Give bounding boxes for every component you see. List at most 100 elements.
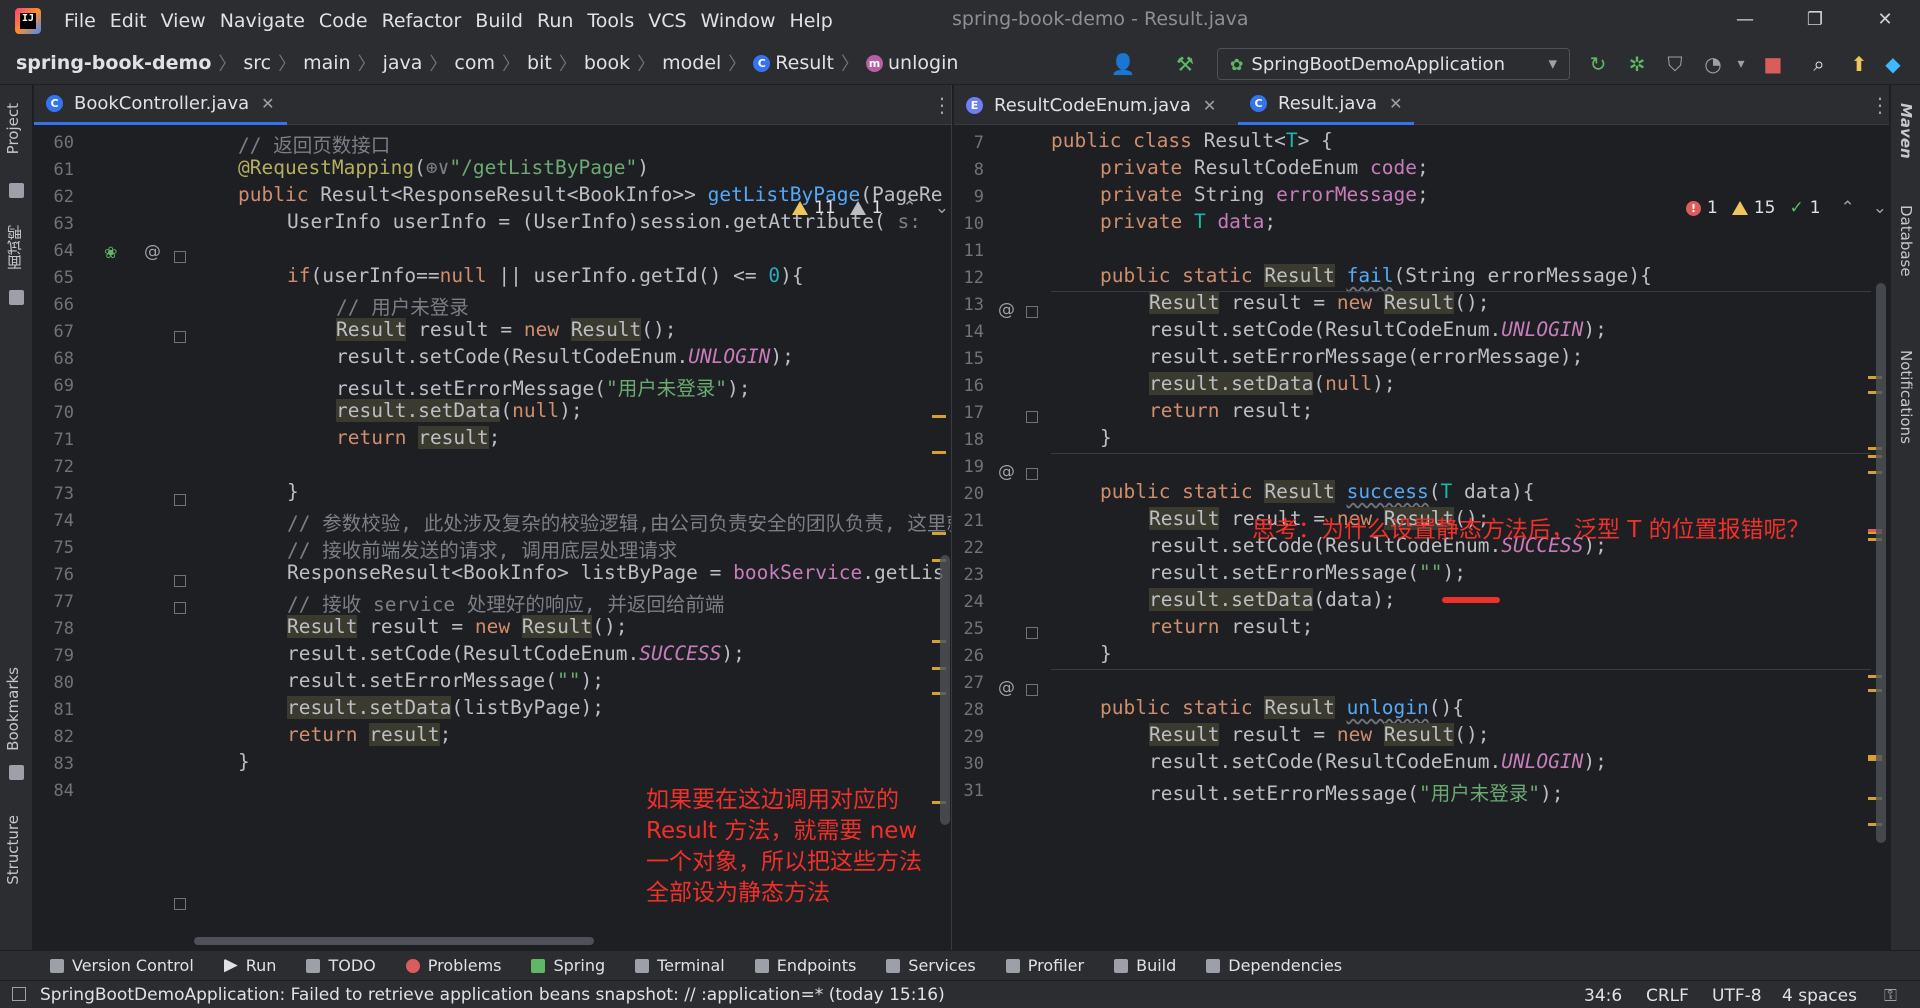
code-line[interactable]: public static Result success(T data){ [1100,480,1534,503]
close-window-icon[interactable]: ✕ [1865,6,1905,34]
jetbrains-ai-icon[interactable]: ◆ [1880,51,1906,77]
code-line[interactable]: result.setErrorMessage(errorMessage); [1149,345,1583,368]
search-icon[interactable]: ⌕ [1806,51,1832,77]
lock-icon[interactable]: ⚿ [1884,986,1897,1006]
tool-services[interactable]: Services [886,956,976,975]
menu-vcs[interactable]: VCS [641,10,693,32]
code-line[interactable]: Result result = new Result(); [336,318,677,341]
code-line[interactable]: Result result = new Result(); [1149,291,1490,314]
code-line[interactable]: private ResultCodeEnum code; [1100,156,1429,179]
layout-toggle-icon[interactable] [12,987,26,1001]
code-line[interactable]: return result; [287,723,451,746]
run-configuration-select[interactable]: ✿ SpringBootDemoApplication ▾ [1217,48,1570,80]
fold-marker-icon[interactable] [1026,684,1038,696]
inspection-widget[interactable]: 11 1 ⌃ ⌄ [792,198,949,218]
warning-stripe-marker[interactable] [932,532,946,535]
code-line[interactable]: } [287,480,299,503]
code-line[interactable]: } [238,750,250,773]
menu-file[interactable]: File [57,10,103,32]
code-line[interactable]: return result; [1149,615,1313,638]
tool-problems[interactable]: Problems [405,956,501,975]
tool-dependencies[interactable]: Dependencies [1206,956,1342,975]
bookmark-icon[interactable] [9,765,24,780]
breadcrumb-main[interactable]: main [303,52,350,74]
next-highlight-icon[interactable]: ⌄ [935,198,949,218]
code-line[interactable]: } [1100,642,1112,665]
indent-setting[interactable]: 4 spaces [1782,986,1857,1006]
menu-run[interactable]: Run [530,10,580,32]
fold-marker-icon[interactable] [1026,627,1038,639]
code-line[interactable]: return result; [1149,399,1313,422]
close-tab-icon[interactable]: ✕ [261,94,274,113]
more-options-icon[interactable]: ⋮ [1870,93,1889,117]
more-options-icon[interactable]: ⋮ [932,93,951,117]
warning-stripe-marker[interactable] [932,451,946,454]
menu-refactor[interactable]: Refactor [375,10,469,32]
minimize-icon[interactable]: — [1725,6,1765,34]
breadcrumb-com[interactable]: com [454,52,495,74]
file-encoding[interactable]: UTF-8 [1712,986,1762,1006]
code-line[interactable]: Result result = new Result(); [287,615,628,638]
code-line[interactable]: public static Result fail(String errorMe… [1100,264,1652,287]
fold-marker-icon[interactable] [174,494,186,506]
plugin-icon[interactable] [9,290,24,305]
code-line[interactable]: Result result = new Result(); [1149,723,1490,746]
restore-icon[interactable]: ❐ [1795,6,1835,34]
code-line[interactable]: result.setData(null); [336,399,583,422]
tool-endpoints[interactable]: Endpoints [754,956,856,975]
menu-build[interactable]: Build [468,10,530,32]
code-line[interactable]: return result; [336,426,500,449]
tool-terminal[interactable]: Terminal [635,956,725,975]
previous-highlight-icon[interactable]: ⌃ [902,198,916,218]
more-run-chevron-icon[interactable]: ▾ [1728,51,1754,77]
stop-icon[interactable]: ■ [1760,51,1786,77]
menu-tools[interactable]: Tools [580,10,641,32]
tool-todo[interactable]: TODO [306,956,376,975]
breadcrumb-unlogin[interactable]: unlogin [888,52,958,74]
menu-help[interactable]: Help [782,10,839,32]
mapping-marker-icon[interactable]: @ [144,242,161,262]
database-tool-button[interactable]: Database [1897,205,1915,277]
code-line[interactable]: public static Result unlogin(){ [1100,696,1464,719]
code-line[interactable]: result.setErrorMessage("用户未登录"); [1149,777,1564,806]
horizontal-scrollbar[interactable] [194,937,594,945]
code-line[interactable]: result.setErrorMessage(""); [1149,561,1466,584]
code-line[interactable]: // 返回页数接口 [238,129,390,158]
mianshiya-tool-button[interactable]: 面试鸭 [4,225,25,270]
code-line[interactable]: // 接收 service 处理好的响应, 并返回给前端 [287,588,724,617]
tool-profiler[interactable]: Profiler [1005,956,1084,975]
code-line[interactable]: result.setData(data); [1149,588,1396,611]
code-line[interactable]: result.setCode(ResultCodeEnum.UNLOGIN); [336,345,794,368]
fold-marker-icon[interactable] [174,575,186,587]
tool-build[interactable]: Build [1114,956,1176,975]
rerun-icon[interactable]: ↻ [1585,51,1611,77]
fold-marker-icon[interactable] [1026,411,1038,423]
code-line[interactable]: // 接收前端发送的请求, 调用底层处理请求 [287,534,677,563]
next-highlight-icon[interactable]: ⌄ [1873,198,1887,218]
code-line[interactable]: public class Result<T> { [1051,129,1333,152]
override-marker-icon[interactable]: @ [998,300,1015,320]
breadcrumb-project[interactable]: spring-book-demo [16,52,211,74]
override-marker-icon[interactable]: @ [998,678,1015,698]
intellij-logo-icon[interactable]: IJ [15,7,41,34]
previous-highlight-icon[interactable]: ⌃ [1841,198,1855,218]
menu-edit[interactable]: Edit [103,10,154,32]
menu-code[interactable]: Code [312,10,375,32]
caret-position[interactable]: 34:6 [1584,986,1622,1006]
warning-stripe-marker[interactable] [932,415,946,418]
breadcrumb-result[interactable]: Result [775,52,834,74]
tool-run[interactable]: Run [223,956,276,975]
tab-bookcontroller[interactable]: C BookController.java ✕ [34,85,287,125]
breadcrumb-book[interactable]: book [584,52,630,74]
structure-tool-button[interactable]: Structure [4,815,22,885]
coverage-icon[interactable]: ⛉ [1662,51,1688,77]
debug-icon[interactable]: ✲ [1624,51,1650,77]
fold-marker-icon[interactable] [174,251,186,263]
fold-marker-icon[interactable] [1026,468,1038,480]
bookmarks-tool-button[interactable]: Bookmarks [4,667,22,751]
override-marker-icon[interactable]: @ [998,462,1015,482]
code-line[interactable]: result.setCode(ResultCodeEnum.UNLOGIN); [1149,318,1607,341]
project-tool-button[interactable]: Project [4,103,22,154]
breadcrumb-bit[interactable]: bit [527,52,552,74]
update-icon[interactable]: ⬆ [1846,51,1872,77]
